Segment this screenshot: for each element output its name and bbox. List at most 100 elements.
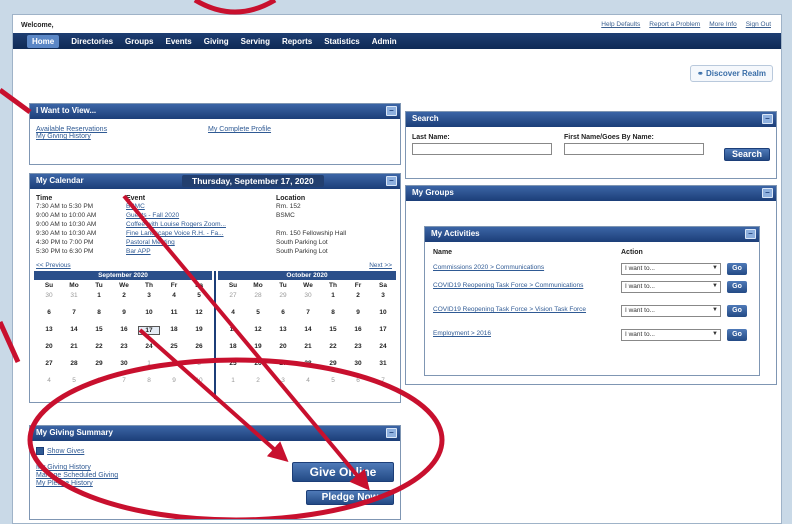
go-button[interactable]: Go <box>727 305 747 317</box>
show-gives-link[interactable]: Show Gives <box>47 448 84 455</box>
more-info-link[interactable]: More Info <box>709 21 736 28</box>
calendar-day[interactable]: 7 <box>63 309 85 316</box>
calendar-day[interactable]: 27 <box>222 292 244 299</box>
scheduled-giving-link[interactable]: Manage Scheduled Giving <box>36 472 118 480</box>
calendar-day[interactable]: 16 <box>347 326 369 333</box>
first-name-input[interactable] <box>564 143 704 155</box>
calendar-day[interactable]: 22 <box>88 343 110 350</box>
minimize-icon[interactable]: – <box>762 188 773 198</box>
calendar-day[interactable]: 10 <box>138 309 160 316</box>
action-select[interactable]: I want to... ▼ <box>621 329 721 341</box>
calendar-prev-link[interactable]: << Previous <box>36 262 71 269</box>
checkbox-icon[interactable] <box>36 447 44 455</box>
activity-name-link[interactable]: COVID19 Reopening Task Force > Vision Ta… <box>433 305 613 314</box>
calendar-next-link[interactable]: Next >> <box>369 262 392 269</box>
calendar-day[interactable]: 8 <box>322 309 344 316</box>
event-link[interactable]: Bar APP <box>126 248 151 255</box>
my-complete-profile-link[interactable]: My Complete Profile <box>208 126 271 133</box>
give-online-button[interactable]: Give Online <box>292 462 394 482</box>
nav-home[interactable]: Home <box>27 34 60 48</box>
calendar-day[interactable]: 5 <box>322 377 344 384</box>
calendar-day[interactable]: 26 <box>247 360 269 367</box>
calendar-day[interactable]: 27 <box>38 360 60 367</box>
calendar-day[interactable]: 9 <box>163 377 185 384</box>
activity-name-link[interactable]: Employment > 2016 <box>433 329 613 338</box>
go-button[interactable]: Go <box>727 329 747 341</box>
calendar-day[interactable]: 18 <box>222 343 244 350</box>
event-link[interactable]: Guests - Fall 2020 <box>126 212 179 219</box>
event-link[interactable]: Fine Landscape Voice R.H. - Fa... <box>126 230 224 237</box>
calendar-day[interactable]: 27 <box>272 360 294 367</box>
minimize-icon[interactable]: – <box>386 428 397 438</box>
last-name-input[interactable] <box>412 143 552 155</box>
calendar-day[interactable]: 5 <box>247 309 269 316</box>
calendar-day[interactable]: 3 <box>188 360 210 367</box>
calendar-day[interactable]: 19 <box>188 326 210 333</box>
calendar-day[interactable]: 3 <box>372 292 394 299</box>
my-giving-history-link[interactable]: My Giving History <box>36 133 107 140</box>
calendar-day[interactable]: 10 <box>372 309 394 316</box>
calendar-day[interactable]: 9 <box>347 309 369 316</box>
calendar-day[interactable]: 11 <box>222 326 244 333</box>
calendar-day[interactable]: 23 <box>113 343 135 350</box>
calendar-day[interactable]: 26 <box>188 343 210 350</box>
calendar-day[interactable]: 14 <box>297 326 319 333</box>
calendar-day[interactable]: 16 <box>113 326 135 333</box>
event-link[interactable]: BSMC <box>126 203 145 210</box>
calendar-day[interactable]: 4 <box>38 377 60 384</box>
calendar-day[interactable]: 7 <box>113 377 135 384</box>
activity-name-link[interactable]: COVID19 Reopening Task Force > Communica… <box>433 281 613 290</box>
help-defaults-link[interactable]: Help Defaults <box>601 21 640 28</box>
calendar-day[interactable]: 11 <box>163 309 185 316</box>
calendar-day[interactable]: 30 <box>297 292 319 299</box>
search-button[interactable]: Search <box>724 148 770 161</box>
calendar-day[interactable]: 19 <box>247 343 269 350</box>
calendar-day[interactable]: 7 <box>372 377 394 384</box>
calendar-day[interactable]: 29 <box>272 292 294 299</box>
calendar-day[interactable]: 6 <box>272 309 294 316</box>
discover-realm-button[interactable]: ⚭ Discover Realm <box>690 65 773 82</box>
calendar-day[interactable]: 9 <box>113 309 135 316</box>
calendar-day[interactable]: 1 <box>222 377 244 384</box>
nav-directories[interactable]: Directories <box>71 37 113 46</box>
pledge-now-button[interactable]: Pledge Now <box>306 490 394 505</box>
action-select[interactable]: I want to... ▼ <box>621 305 721 317</box>
calendar-day[interactable]: 21 <box>63 343 85 350</box>
nav-giving[interactable]: Giving <box>204 37 229 46</box>
calendar-day[interactable]: 5 <box>188 292 210 299</box>
sign-out-link[interactable]: Sign Out <box>746 21 771 28</box>
calendar-day[interactable]: 13 <box>38 326 60 333</box>
calendar-day[interactable]: 15 <box>322 326 344 333</box>
calendar-day[interactable]: 30 <box>38 292 60 299</box>
calendar-day[interactable]: 31 <box>372 360 394 367</box>
calendar-day[interactable]: 6 <box>38 309 60 316</box>
calendar-day[interactable]: 18 <box>163 326 185 333</box>
calendar-day[interactable]: 7 <box>297 309 319 316</box>
calendar-day[interactable]: 29 <box>322 360 344 367</box>
calendar-day[interactable]: 1 <box>322 292 344 299</box>
calendar-day[interactable]: 15 <box>88 326 110 333</box>
calendar-day[interactable]: 20 <box>38 343 60 350</box>
nav-groups[interactable]: Groups <box>125 37 153 46</box>
calendar-day[interactable]: 20 <box>272 343 294 350</box>
calendar-day[interactable]: 4 <box>297 377 319 384</box>
giving-history-link[interactable]: My Giving History <box>36 464 118 472</box>
calendar-day[interactable]: 30 <box>347 360 369 367</box>
calendar-day[interactable]: 2 <box>163 360 185 367</box>
available-reservations-link[interactable]: Available Reservations <box>36 126 107 133</box>
nav-admin[interactable]: Admin <box>372 37 397 46</box>
action-select[interactable]: I want to... ▼ <box>621 281 721 293</box>
calendar-day[interactable]: 8 <box>138 377 160 384</box>
calendar-day[interactable]: 2 <box>347 292 369 299</box>
event-link[interactable]: Coffee with Louise Rogers Zoom... <box>126 221 226 228</box>
calendar-day[interactable]: 3 <box>138 292 160 299</box>
calendar-day[interactable]: 28 <box>63 360 85 367</box>
calendar-day[interactable]: 5 <box>63 377 85 384</box>
calendar-day[interactable]: 24 <box>138 343 160 350</box>
minimize-icon[interactable]: – <box>386 106 397 116</box>
nav-reports[interactable]: Reports <box>282 37 312 46</box>
calendar-day[interactable]: 4 <box>222 309 244 316</box>
calendar-day[interactable]: 29 <box>88 360 110 367</box>
calendar-day[interactable]: 17 <box>138 326 160 335</box>
go-button[interactable]: Go <box>727 263 747 275</box>
